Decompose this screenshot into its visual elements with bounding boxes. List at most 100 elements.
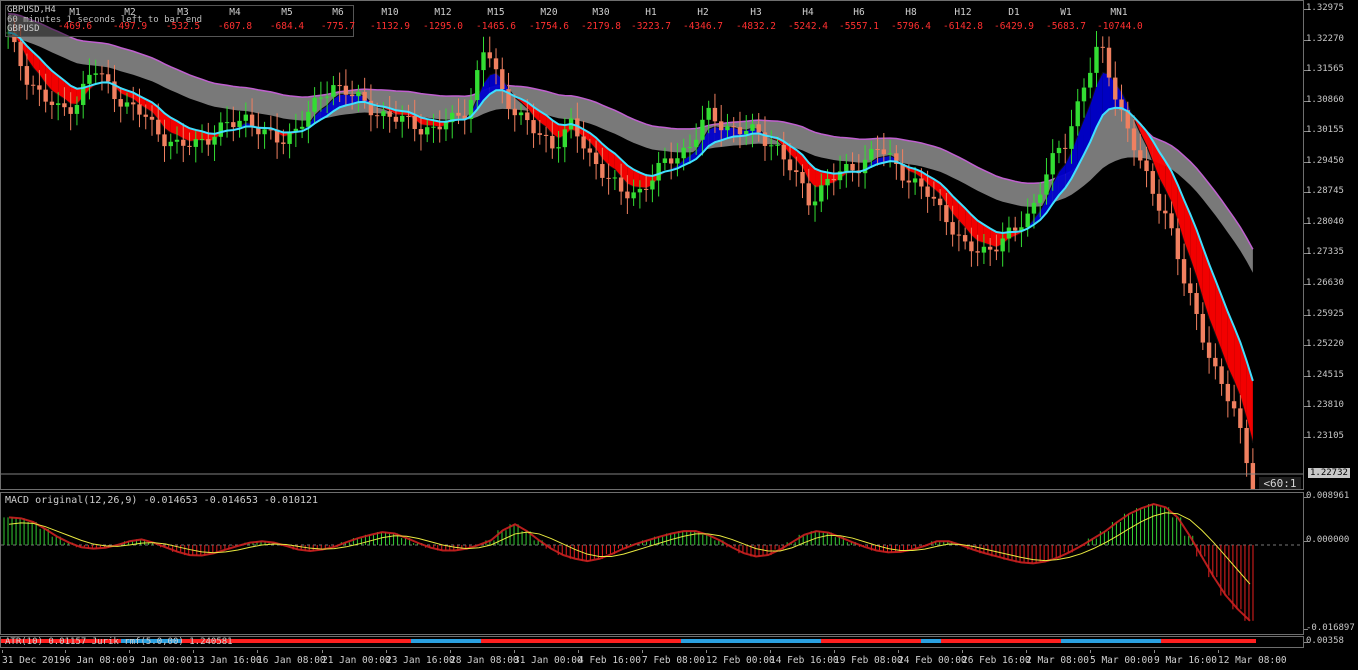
bear-candle	[944, 205, 949, 223]
time-axis[interactable]: 31 Dec 2019 6 Jan 08:00 9 Jan 00:00 13 Jan …	[0, 650, 1304, 670]
bear-candle	[62, 103, 67, 108]
bear-candle	[1225, 383, 1231, 402]
bear-candle	[962, 235, 968, 242]
time-label: 9 Jan 00:00	[129, 655, 192, 666]
time-label: 24 Feb 00:00	[898, 655, 967, 666]
bull-candle	[750, 124, 755, 131]
tf-name-m1: M1	[69, 7, 81, 18]
price-chart-pane[interactable]: GBPUSD,H4 60 minutes 1 seconds left to b…	[0, 0, 1304, 490]
bear-candle	[581, 136, 586, 149]
bull-candle	[287, 132, 292, 144]
bear-candle	[618, 177, 624, 192]
tf-name-h8: H8	[905, 7, 917, 18]
tf-value-h2: -4346.7	[682, 21, 724, 32]
bear-candle	[512, 108, 517, 116]
bear-candle	[606, 177, 611, 179]
bull-candle	[312, 97, 317, 112]
price-chart-canvas[interactable]	[1, 1, 1304, 490]
bull-candle	[687, 146, 693, 148]
bear-candle	[587, 148, 593, 153]
bear-candle	[937, 198, 943, 206]
bear-candle	[1238, 408, 1243, 428]
bear-candle	[500, 69, 505, 90]
macd-pane[interactable]: MACD original(12,26,9) -0.014653 -0.0146…	[0, 492, 1304, 635]
time-label: 5 Mar 00:00	[1090, 655, 1153, 666]
bear-candle	[206, 139, 211, 145]
bear-candle	[337, 85, 342, 87]
macd-line	[8, 503, 1251, 622]
bear-candle	[906, 180, 912, 183]
atr-segment	[481, 639, 681, 643]
bull-candle	[1094, 46, 1099, 73]
tf-value-m4: -607.8	[217, 21, 253, 32]
bear-candle	[1206, 342, 1212, 358]
time-tick	[642, 650, 643, 653]
bear-candle	[131, 102, 136, 105]
time-tick	[706, 650, 707, 653]
bear-candle	[1244, 427, 1249, 464]
bear-candle	[987, 246, 993, 250]
symbol-label: GBPUSD	[7, 24, 40, 34]
bear-candle	[1150, 171, 1155, 194]
bear-candle	[412, 115, 417, 130]
time-tick	[898, 650, 899, 653]
price-tick: 1.27335	[1304, 247, 1358, 257]
bear-candle	[18, 42, 23, 67]
bear-candle	[1012, 227, 1018, 231]
atr-segment	[1161, 639, 1256, 643]
bear-candle	[931, 196, 937, 199]
bear-candle	[875, 149, 880, 151]
bull-candle	[93, 73, 98, 75]
tf-name-m6: M6	[332, 7, 344, 18]
time-label: 14 Feb 16:00	[770, 655, 839, 666]
bear-candle	[900, 163, 905, 181]
bear-candle	[99, 73, 105, 75]
bear-candle	[30, 84, 36, 86]
time-tick	[65, 650, 66, 653]
timeframe-table: GBPUSD,H4 60 minutes 1 seconds left to b…	[5, 5, 1143, 37]
tf-value-m30: -2179.8	[580, 21, 622, 32]
bull-candle	[1038, 194, 1043, 203]
macd-tick-max: 0.008961	[1304, 491, 1358, 501]
time-tick	[834, 650, 835, 653]
time-tick	[1218, 650, 1219, 653]
bear-candle	[418, 129, 424, 135]
bear-candle	[1156, 193, 1162, 211]
atr-pane[interactable]: ATR(10) 0.01157 Jurik rmf(5.0,00) 1.2405…	[0, 636, 1304, 648]
bull-candle	[400, 115, 405, 122]
time-tick	[578, 650, 579, 653]
bear-candle	[543, 134, 549, 136]
bear-candle	[187, 145, 192, 147]
bull-candle	[1056, 147, 1062, 154]
time-label: 13 Jan 16:00	[193, 655, 262, 666]
tf-name-h2: H2	[697, 7, 709, 18]
time-label: 12 Mar 08:00	[1218, 655, 1287, 666]
price-tick: 1.29450	[1304, 156, 1358, 166]
bear-candle	[37, 85, 42, 90]
bull-candle	[650, 180, 655, 190]
bear-candle	[1200, 313, 1206, 343]
time-label: 23 Jan 16:00	[386, 655, 455, 666]
bear-candle	[1138, 150, 1143, 161]
bear-candle	[118, 99, 123, 107]
bear-candle	[1219, 366, 1224, 384]
bull-candle	[637, 188, 643, 193]
bull-candle	[425, 127, 430, 135]
bull-candle	[681, 147, 686, 159]
bull-candle	[1088, 72, 1093, 88]
bear-candle	[493, 58, 499, 70]
bear-candle	[600, 164, 605, 178]
bull-candle	[174, 139, 180, 142]
bull-candle	[193, 139, 198, 147]
bear-candle	[950, 222, 955, 235]
macd-canvas[interactable]	[1, 493, 1304, 635]
price-axis[interactable]: 1.32975 1.32270 1.31565 1.30860 1.30155 1.294…	[1304, 0, 1358, 490]
bull-candle	[262, 129, 267, 135]
macd-axis[interactable]: 0.008961 0.000000 -0.016897	[1304, 491, 1358, 635]
bear-candle	[1113, 77, 1118, 100]
bull-candle	[324, 96, 330, 98]
bull-candle	[1025, 213, 1030, 228]
time-tick	[257, 650, 258, 653]
tf-value-m1: -469.6	[57, 21, 93, 32]
bear-candle	[781, 144, 786, 160]
